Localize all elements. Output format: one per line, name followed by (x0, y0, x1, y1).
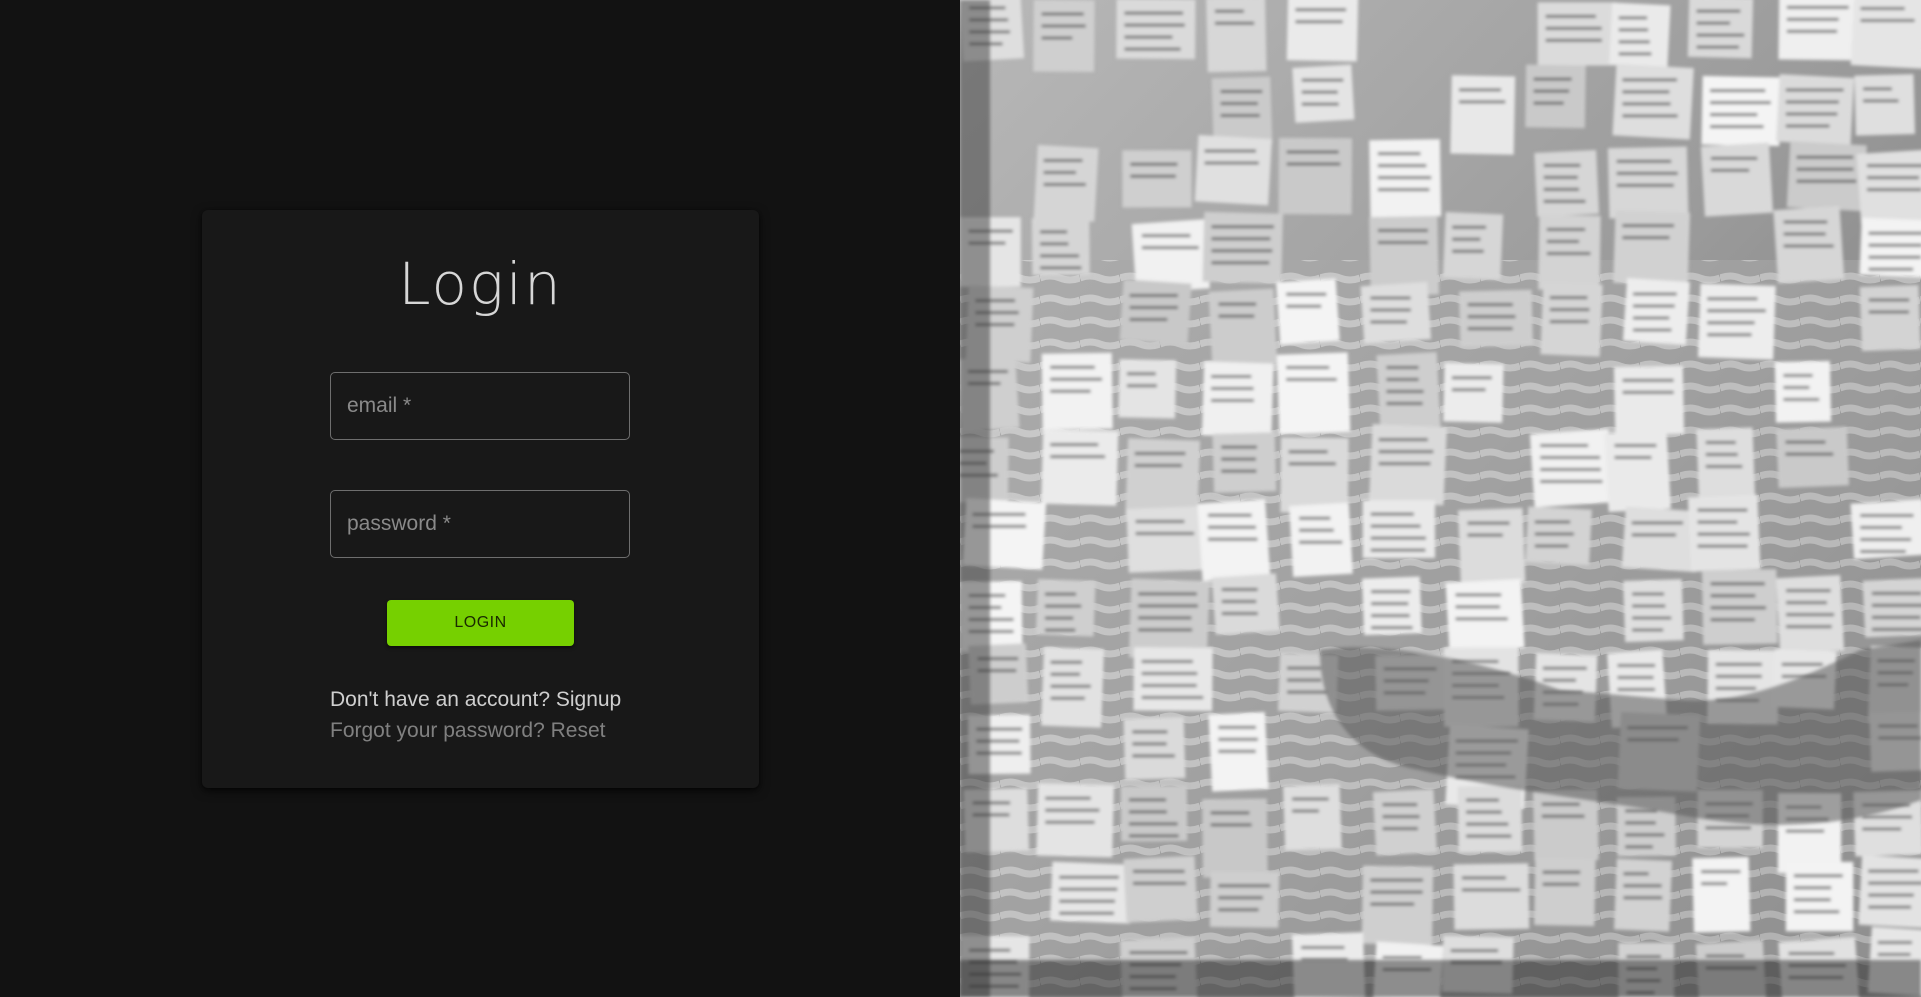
sticky-note (1123, 717, 1186, 780)
sticky-note (1687, 0, 1754, 59)
sticky-note (1621, 506, 1700, 573)
sticky-note (1283, 784, 1342, 851)
sticky-note (1533, 789, 1599, 862)
hero-image (960, 0, 1921, 997)
sticky-note (1289, 502, 1353, 578)
sticky-note (1133, 647, 1213, 712)
email-field[interactable] (330, 372, 630, 440)
sticky-note (1850, 0, 1921, 69)
sticky-note (1776, 74, 1855, 146)
login-pane: Login LOGIN Don't have an account? Signu… (0, 0, 960, 997)
sticky-note (1525, 64, 1586, 129)
sticky-note (1858, 855, 1921, 929)
sticky-note (1774, 360, 1832, 423)
sticky-note (1208, 288, 1278, 368)
sticky-note (1613, 365, 1685, 436)
sticky-note (1776, 426, 1850, 489)
sticky-note (1607, 146, 1689, 219)
sticky-note (1614, 858, 1673, 932)
sticky-note (1786, 141, 1867, 212)
sticky-note (1856, 149, 1921, 225)
sticky-note (1202, 211, 1284, 284)
sticky-note (1540, 282, 1603, 357)
sticky-note (1118, 359, 1177, 419)
sticky-note (1525, 506, 1592, 566)
login-button[interactable]: LOGIN (387, 600, 574, 646)
sticky-note (1360, 281, 1432, 344)
sticky-note (1126, 506, 1207, 573)
sticky-note (1033, 0, 1095, 73)
login-page: Login LOGIN Don't have an account? Signu… (0, 0, 1921, 997)
sticky-note (1276, 352, 1351, 435)
sticky-note (1609, 2, 1671, 68)
sticky-note (1445, 578, 1525, 652)
sticky-note (1211, 573, 1280, 635)
sticky-note (1613, 210, 1691, 286)
sticky-note (1035, 579, 1096, 637)
reset-prompt: Forgot your password? (330, 719, 545, 742)
sticky-note (1442, 212, 1504, 280)
sticky-note (1276, 278, 1340, 345)
sticky-note (1119, 279, 1192, 345)
signup-line: Don't have an account? Signup (330, 688, 621, 712)
sticky-note (1612, 63, 1694, 140)
sticky-note (1458, 289, 1533, 347)
reset-link[interactable]: Reset (551, 719, 606, 742)
sticky-note (1211, 76, 1273, 146)
sticky-note (1194, 134, 1272, 206)
sticky-note (1202, 798, 1268, 878)
sticky-note (1372, 789, 1437, 856)
sticky-note (1854, 74, 1916, 136)
sticky-note (1700, 142, 1774, 217)
sticky-note (1123, 855, 1198, 923)
sticky-note (1859, 285, 1921, 352)
sticky-note (1209, 871, 1280, 928)
password-field[interactable] (330, 490, 630, 558)
sticky-note (1701, 75, 1781, 146)
sticky-note (1534, 857, 1596, 927)
sticky-note (1278, 137, 1353, 215)
sticky-note (1692, 856, 1751, 933)
sticky-note (1458, 507, 1526, 586)
sticky-note (1604, 429, 1671, 512)
signup-link[interactable]: Signup (556, 688, 621, 711)
sticky-note (1453, 863, 1530, 930)
sticky-notes-wall-image (960, 0, 1921, 997)
reset-line: Forgot your password? Reset (330, 719, 605, 743)
sticky-note (1785, 861, 1854, 932)
sticky-note (1292, 64, 1355, 123)
sticky-note (1623, 579, 1684, 643)
email-input[interactable] (331, 373, 629, 439)
sticky-note (1622, 277, 1690, 345)
sticky-note (1041, 429, 1119, 506)
sticky-note (1036, 783, 1114, 858)
sticky-note (1457, 785, 1523, 853)
password-input[interactable] (331, 491, 629, 557)
sticky-note (1534, 150, 1600, 217)
sticky-note (1443, 363, 1504, 423)
sticky-note (1450, 75, 1516, 155)
sticky-note (1537, 2, 1617, 66)
sticky-note (1280, 437, 1349, 513)
signup-prompt: Don't have an account? (330, 688, 550, 711)
sticky-note (1212, 432, 1277, 493)
login-card: Login LOGIN Don't have an account? Signu… (202, 210, 759, 788)
sticky-note (1120, 785, 1188, 842)
sticky-note (1122, 150, 1192, 208)
page-title: Login (398, 250, 563, 318)
